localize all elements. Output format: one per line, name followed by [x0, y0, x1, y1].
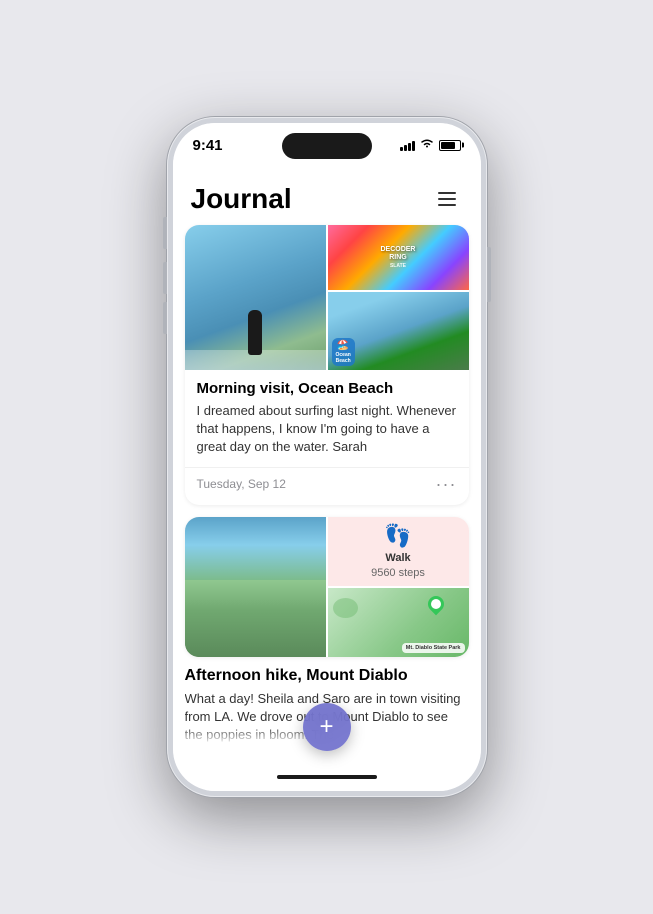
- entry-1-image-grid: DECODERRING SLATE 🏖️ OceanBeach: [185, 225, 469, 370]
- app-header: Journal: [173, 167, 481, 225]
- signal-icon: [400, 139, 415, 151]
- walk-label: Walk: [385, 552, 410, 564]
- status-time: 9:41: [193, 137, 223, 154]
- status-bar: 9:41: [173, 123, 481, 167]
- menu-button[interactable]: [431, 183, 463, 215]
- entry-1-date: Tuesday, Sep 12: [197, 477, 286, 491]
- home-indicator: [173, 763, 481, 791]
- entry-card-1[interactable]: DECODERRING SLATE 🏖️ OceanBeach: [185, 225, 469, 505]
- plus-icon: +: [319, 715, 333, 739]
- footsteps-icon: 👣: [384, 523, 411, 549]
- entry-2-title: Afternoon hike, Mount Diablo: [185, 657, 469, 685]
- entry-2-image-grid: 👣 Walk 9560 steps Mt. Diablo State Park: [185, 517, 469, 657]
- walk-steps: 9560 steps: [371, 567, 425, 579]
- status-icons: [400, 138, 461, 152]
- entry-1-title: Morning visit, Ocean Beach: [197, 380, 457, 397]
- entry-1-text: Morning visit, Ocean Beach I dreamed abo…: [185, 370, 469, 467]
- battery-icon: [439, 140, 461, 151]
- hike-image: [185, 517, 326, 657]
- battery-fill: [441, 142, 455, 149]
- phone-screen: 9:41: [173, 123, 481, 791]
- ocean-beach-map-image: 🏖️ OceanBeach: [328, 292, 469, 370]
- entries-list: DECODERRING SLATE 🏖️ OceanBeach: [173, 225, 481, 657]
- wifi-icon: [420, 138, 434, 152]
- journal-app: Journal: [173, 167, 481, 763]
- map-location-label: Mt. Diablo State Park: [402, 643, 465, 653]
- entry-card-2[interactable]: 👣 Walk 9560 steps Mt. Diablo State Park: [185, 517, 469, 657]
- walk-tile: 👣 Walk 9560 steps: [328, 517, 469, 586]
- entry-1-more-button[interactable]: ···: [436, 474, 457, 495]
- entry-1-meta: Tuesday, Sep 12 ···: [185, 467, 469, 505]
- page-title: Journal: [191, 183, 292, 215]
- home-bar: [277, 775, 377, 779]
- add-entry-button[interactable]: +: [303, 703, 351, 751]
- map-tile: Mt. Diablo State Park: [328, 588, 469, 657]
- podcast-image: DECODERRING SLATE: [328, 225, 469, 290]
- fab-container: +: [303, 703, 351, 751]
- map-pin-icon: [424, 592, 447, 615]
- phone-frame: 9:41: [167, 117, 487, 797]
- entry-1-body: I dreamed about surfing last night. When…: [197, 402, 457, 457]
- dynamic-island: [282, 133, 372, 159]
- beach-image: [185, 225, 326, 370]
